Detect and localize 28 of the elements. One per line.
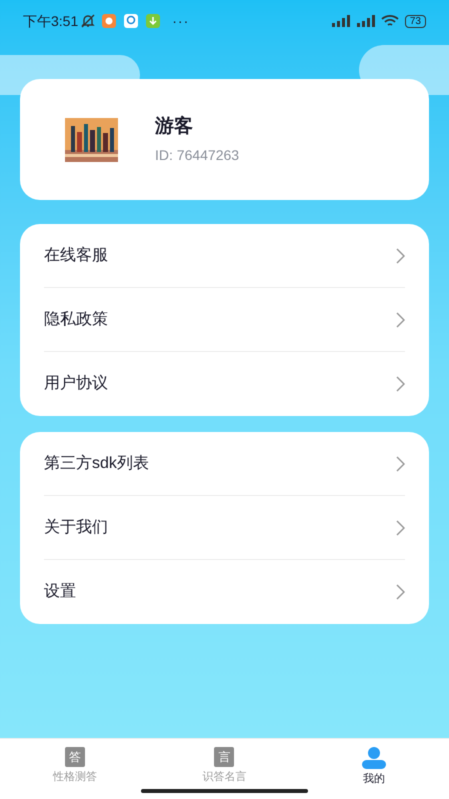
wifi-icon: [380, 14, 399, 28]
user-id: ID: 76447263: [155, 146, 240, 166]
menu-item[interactable]: 在线客服: [44, 224, 405, 288]
chevron-right-icon: [396, 248, 405, 264]
menu-item[interactable]: 用户协议: [44, 352, 405, 416]
book-icon: 言: [214, 747, 234, 767]
chevron-right-icon: [396, 376, 405, 392]
user-icon: [361, 747, 388, 769]
menu-item[interactable]: 设置: [44, 560, 405, 624]
notification-off-icon: [81, 14, 96, 28]
signal-icon: [354, 15, 375, 27]
book-icon: 答: [64, 747, 85, 767]
chevron-right-icon: [396, 312, 405, 328]
user-name: 游客: [155, 114, 194, 139]
menu-item[interactable]: 隐私政策: [44, 288, 405, 352]
download-icon: [146, 14, 160, 28]
app-icon: [124, 14, 138, 28]
status-time: 下午3:51: [23, 12, 78, 30]
signal-icon: [330, 15, 350, 27]
more-notifications: ···: [172, 12, 190, 30]
chevron-right-icon: [396, 520, 405, 536]
chevron-right-icon: [396, 584, 405, 600]
app-icon: [102, 14, 116, 28]
tab[interactable]: 我的: [299, 739, 449, 798]
menu-item[interactable]: 关于我们: [44, 496, 405, 560]
battery-level: 73: [404, 14, 426, 28]
menu-item[interactable]: 第三方sdk列表: [44, 432, 405, 496]
chevron-right-icon: [396, 456, 405, 472]
